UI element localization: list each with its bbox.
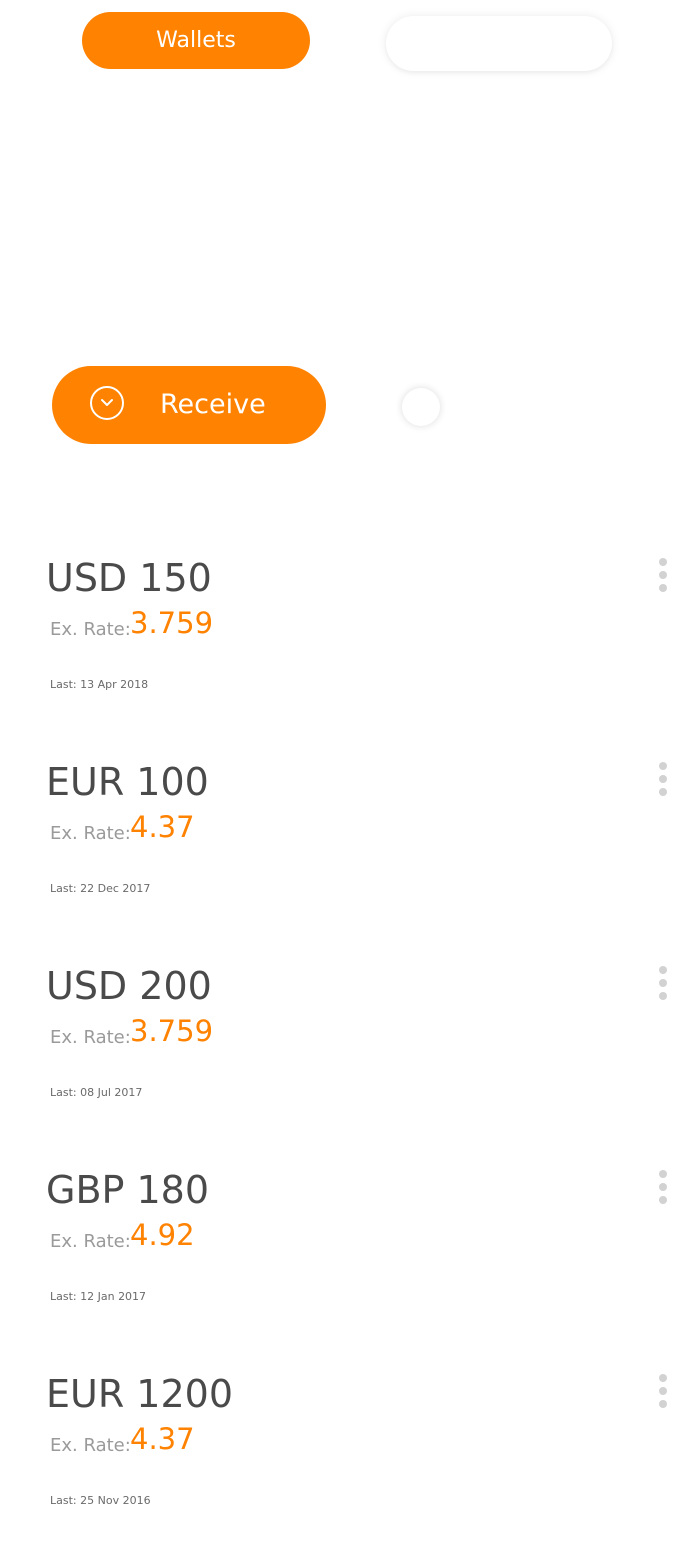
exchange-rate-label: Ex. Rate: (50, 1435, 131, 1456)
exchange-rate-label: Ex. Rate: (50, 619, 131, 640)
last-updated-date: Last: 13 Apr 2018 (50, 678, 149, 691)
more-vertical-icon[interactable] (653, 762, 673, 796)
last-updated-date: Last: 22 Dec 2017 (50, 882, 151, 895)
toggle-button[interactable] (402, 388, 440, 426)
wallet-item[interactable]: USD 150 Ex. Rate: 3.759 Last: 13 Apr 201… (0, 556, 690, 726)
wallet-item[interactable]: GBP 180 Ex. Rate: 4.92 Last: 12 Jan 2017 (0, 1168, 690, 1338)
more-vertical-icon[interactable] (653, 1170, 673, 1204)
exchange-rate-label: Ex. Rate: (50, 1231, 131, 1252)
exchange-rate-value: 3.759 (130, 1014, 214, 1048)
exchange-rate-value: 4.37 (130, 810, 195, 844)
wallet-item[interactable]: USD 200 Ex. Rate: 3.759 Last: 08 Jul 201… (0, 964, 690, 1134)
more-vertical-icon[interactable] (653, 558, 673, 592)
more-vertical-icon[interactable] (653, 1374, 673, 1408)
chevron-down-circle-icon (90, 386, 124, 420)
wallet-amount: USD 200 (46, 964, 212, 1008)
last-updated-date: Last: 12 Jan 2017 (50, 1290, 147, 1303)
tab-wallets-label: Wallets (156, 28, 236, 53)
exchange-rate-value: 4.92 (130, 1218, 195, 1252)
exchange-rate-label: Ex. Rate: (50, 1027, 131, 1048)
wallet-amount: USD 150 (46, 556, 212, 600)
wallet-amount: EUR 1200 (46, 1372, 234, 1416)
receive-label: Receive (160, 389, 266, 420)
receive-button[interactable]: Receive (52, 366, 326, 444)
tab-wallets[interactable]: Wallets (82, 12, 310, 69)
exchange-rate-value: 3.759 (130, 606, 214, 640)
wallet-item[interactable]: EUR 1200 Ex. Rate: 4.37 Last: 25 Nov 201… (0, 1372, 690, 1542)
exchange-rate-value: 4.37 (130, 1422, 195, 1456)
wallet-amount: GBP 180 (46, 1168, 210, 1212)
wallet-item[interactable]: EUR 100 Ex. Rate: 4.37 Last: 22 Dec 2017 (0, 760, 690, 930)
exchange-rate-label: Ex. Rate: (50, 823, 131, 844)
more-vertical-icon[interactable] (653, 966, 673, 1000)
wallet-amount: EUR 100 (46, 760, 209, 804)
tab-secondary[interactable] (386, 16, 612, 71)
last-updated-date: Last: 25 Nov 2016 (50, 1494, 151, 1507)
last-updated-date: Last: 08 Jul 2017 (50, 1086, 143, 1099)
